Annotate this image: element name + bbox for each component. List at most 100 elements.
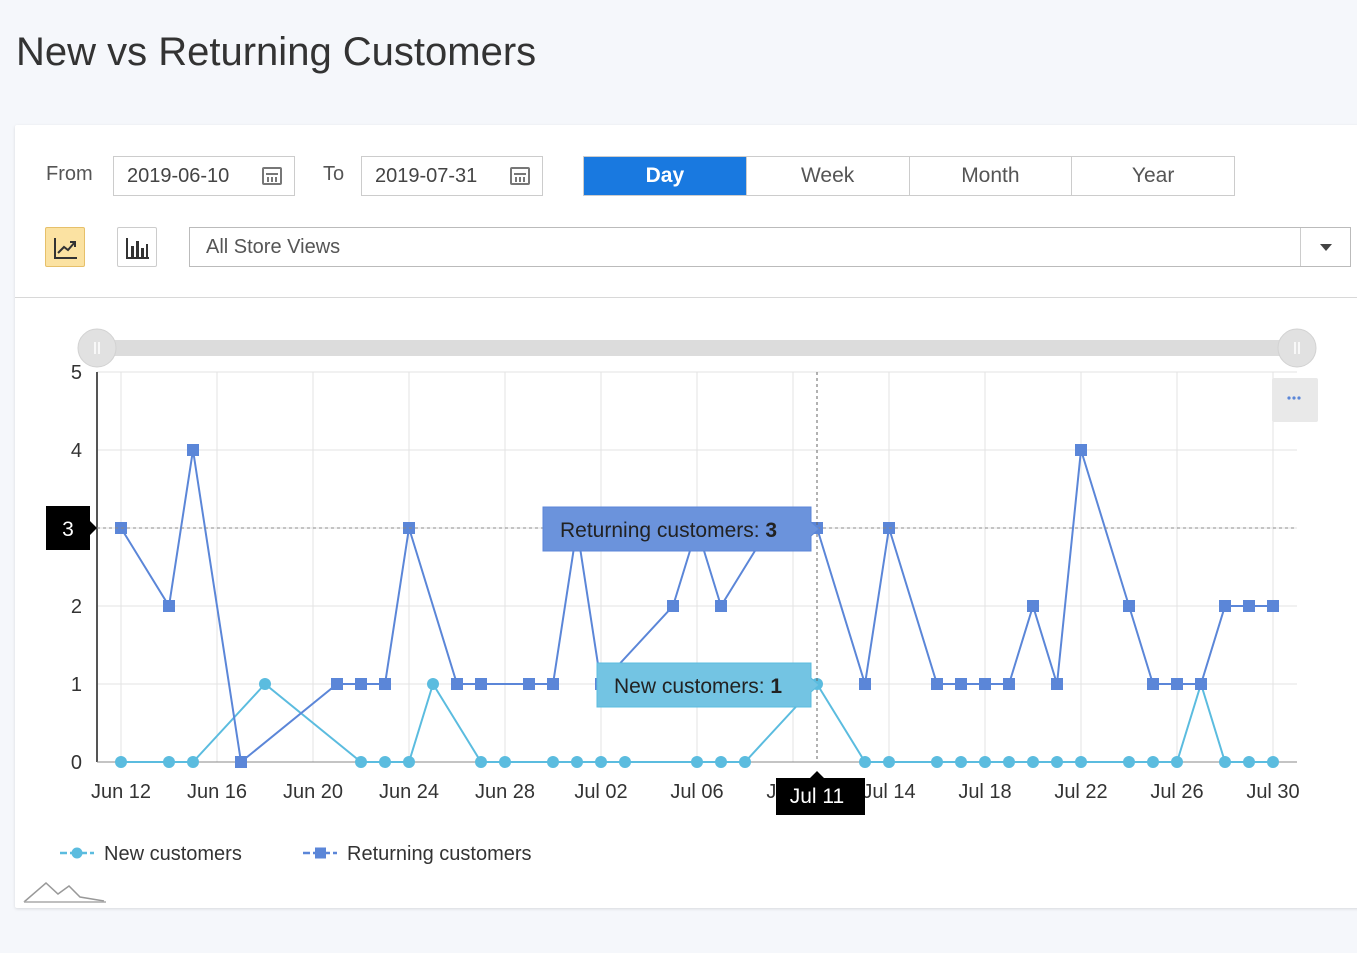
new-customers-point[interactable] <box>163 756 175 768</box>
returning-customers-point[interactable] <box>667 600 679 612</box>
returning-customers-point[interactable] <box>979 678 991 690</box>
y-tick-label: 0 <box>71 752 82 774</box>
returning-customers-point[interactable] <box>1267 600 1279 612</box>
sparkline-icon <box>23 881 105 903</box>
returning-customers-point[interactable] <box>475 678 487 690</box>
chart-menu-button[interactable] <box>1272 378 1318 422</box>
legend-marker[interactable] <box>315 847 326 859</box>
returning-customers-point[interactable] <box>355 678 367 690</box>
new-customers-point[interactable] <box>427 678 439 690</box>
returning-customers-point[interactable] <box>451 678 463 690</box>
legend-returning-customers[interactable]: Returning customers <box>347 843 532 865</box>
x-tick-label: Jul 06 <box>670 781 723 803</box>
returning-customers-point[interactable] <box>955 678 967 690</box>
more-icon <box>1297 396 1301 400</box>
y-tick-label: 1 <box>71 674 82 696</box>
new-customers-point[interactable] <box>1051 756 1063 768</box>
tooltip-label: New customers: 1 <box>614 675 782 698</box>
x-tick-label: Jul 26 <box>1150 781 1203 803</box>
returning-customers-point[interactable] <box>715 600 727 612</box>
new-customers-point[interactable] <box>1243 756 1255 768</box>
new-customers-point[interactable] <box>595 756 607 768</box>
x-tick-label: Jun 20 <box>283 781 343 803</box>
more-icon <box>1292 396 1296 400</box>
returning-customers-point[interactable] <box>931 678 943 690</box>
new-customers-point[interactable] <box>1027 756 1039 768</box>
x-axis: Jun 12 Jun 16 Jun 20 Jun 24 Jun 28 Jul 02 Jul … <box>91 781 1300 803</box>
returning-customers-point[interactable] <box>1195 678 1207 690</box>
returning-customers-point[interactable] <box>1219 600 1231 612</box>
new-customers-point[interactable] <box>1219 756 1231 768</box>
returning-customers-point[interactable] <box>331 678 343 690</box>
new-customers-point[interactable] <box>1003 756 1015 768</box>
returning-customers-point[interactable] <box>1075 444 1087 456</box>
returning-customers-point[interactable] <box>859 678 871 690</box>
x-tick-label: Jul 22 <box>1054 781 1107 803</box>
x-tick-label: Jun 24 <box>379 781 439 803</box>
new-customers-point[interactable] <box>883 756 895 768</box>
new-customers-point[interactable] <box>1147 756 1159 768</box>
new-customers-point[interactable] <box>403 756 415 768</box>
new-customers-point[interactable] <box>1171 756 1183 768</box>
returning-customers-point[interactable] <box>1027 600 1039 612</box>
hover-layer: 3 Jul 11 Returning customers: 3 New custome… <box>46 372 1297 815</box>
new-customers-point[interactable] <box>115 756 127 768</box>
tooltip-value: 3 <box>765 519 777 542</box>
returning-customers-point[interactable] <box>1003 678 1015 690</box>
crosshair-y-label: 3 <box>62 518 74 541</box>
returning-customers-point[interactable] <box>547 678 559 690</box>
returning-customers-point[interactable] <box>1123 600 1135 612</box>
new-customers-point[interactable] <box>1267 756 1279 768</box>
x-tick-label: Jul 30 <box>1246 781 1299 803</box>
returning-customers-point[interactable] <box>235 756 247 768</box>
new-customers-point[interactable] <box>1123 756 1135 768</box>
legend-marker[interactable] <box>71 847 83 859</box>
returning-customers-point[interactable] <box>523 678 535 690</box>
returning-customers-point[interactable] <box>163 600 175 612</box>
tooltip-label: Returning customers: 3 <box>560 519 777 542</box>
new-customers-point[interactable] <box>187 756 199 768</box>
y-axis: 012345 <box>71 362 82 774</box>
crosshair-x-label: Jul 11 <box>790 785 844 808</box>
new-customers-point[interactable] <box>379 756 391 768</box>
x-tick-label: Jun 12 <box>91 781 151 803</box>
more-icon <box>1287 396 1291 400</box>
x-tick-label: Jul 02 <box>574 781 627 803</box>
returning-customers-point[interactable] <box>1243 600 1255 612</box>
new-customers-point[interactable] <box>619 756 631 768</box>
tooltip-value: 1 <box>770 675 782 698</box>
chart: 0 1 2 3 4 5 Jun 12 Jun 16 Jun 20 Jun 24 Jun 28 Jul… <box>23 328 1318 903</box>
x-tick-label: Jul 14 <box>862 781 915 803</box>
new-customers-point[interactable] <box>499 756 511 768</box>
new-customers-point[interactable] <box>691 756 703 768</box>
new-customers-point[interactable] <box>739 756 751 768</box>
range-slider-handle-left[interactable] <box>77 328 117 368</box>
range-slider <box>77 328 1318 422</box>
legend-new-customers[interactable]: New customers <box>104 843 242 865</box>
returning-customers-point[interactable] <box>1147 678 1159 690</box>
x-tick-label: Jun 28 <box>475 781 535 803</box>
range-slider-track[interactable] <box>97 340 1297 356</box>
legend: New customers Returning customers <box>23 843 532 903</box>
new-customers-point[interactable] <box>355 756 367 768</box>
new-customers-point[interactable] <box>475 756 487 768</box>
range-slider-handle-right[interactable] <box>1277 328 1317 368</box>
new-customers-point[interactable] <box>955 756 967 768</box>
x-tick-label: Jul 18 <box>958 781 1011 803</box>
returning-customers-point[interactable] <box>1171 678 1183 690</box>
new-customers-point[interactable] <box>979 756 991 768</box>
returning-customers-point[interactable] <box>379 678 391 690</box>
returning-customers-point[interactable] <box>1051 678 1063 690</box>
new-customers-point[interactable] <box>1075 756 1087 768</box>
new-customers-point[interactable] <box>571 756 583 768</box>
new-customers-point[interactable] <box>259 678 271 690</box>
y-tick-label: 5 <box>71 362 82 384</box>
new-customers-point[interactable] <box>715 756 727 768</box>
x-tick-label: Jun 16 <box>187 781 247 803</box>
y-tick-label: 2 <box>71 596 82 618</box>
new-customers-point[interactable] <box>931 756 943 768</box>
returning-customers-point[interactable] <box>187 444 199 456</box>
new-customers-point[interactable] <box>547 756 559 768</box>
new-customers-point[interactable] <box>859 756 871 768</box>
y-tick-label: 4 <box>71 440 82 462</box>
